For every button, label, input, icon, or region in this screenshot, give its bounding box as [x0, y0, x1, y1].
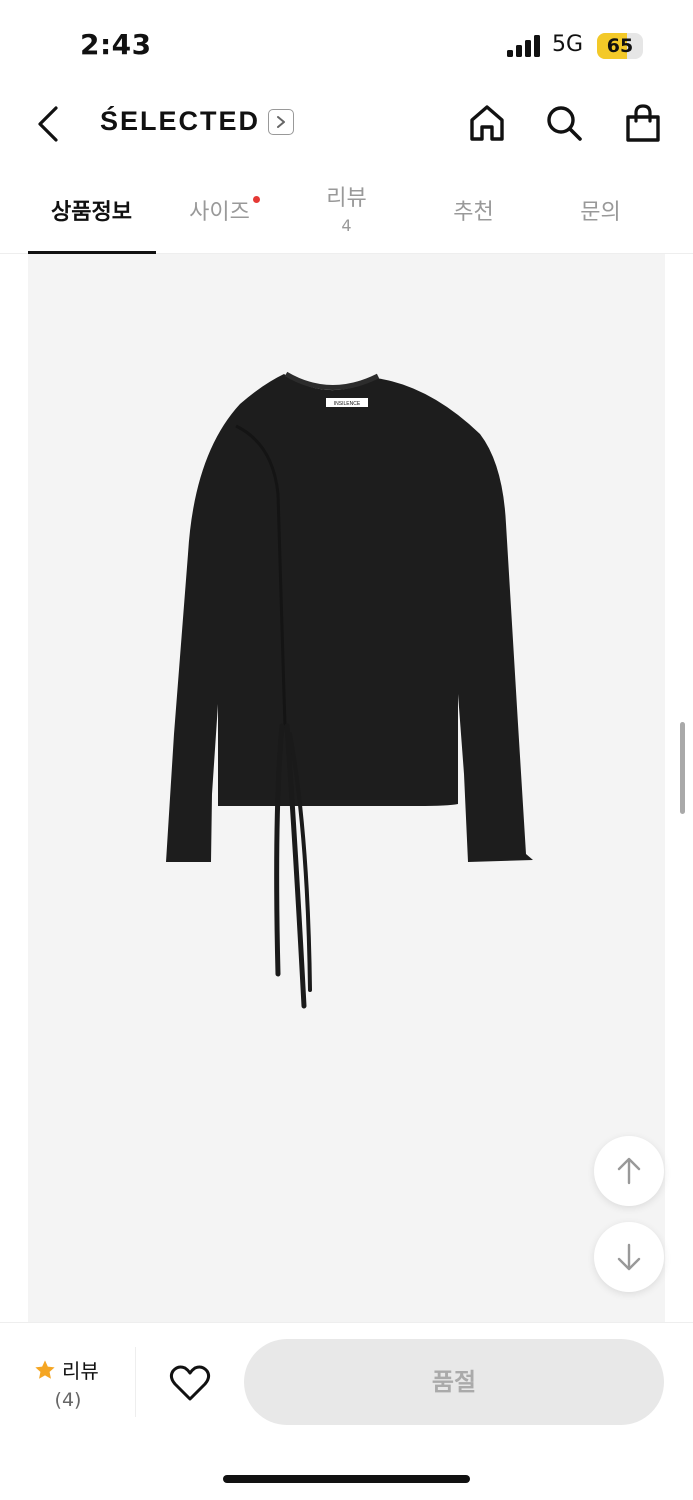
bottom-action-bar: 리뷰 (4) 품절	[0, 1322, 693, 1500]
arrow-down-icon	[617, 1243, 641, 1271]
brand-tag-text: INSILENCE	[334, 401, 361, 407]
arrow-up-icon	[617, 1157, 641, 1185]
scrollbar[interactable]	[680, 722, 685, 814]
tab-bar: 상품정보 사이즈 리뷰 4 추천 문의	[0, 170, 693, 254]
tab-label: 사이즈	[189, 200, 250, 225]
home-indicator[interactable]	[223, 1475, 470, 1483]
scroll-to-bottom-button[interactable]	[594, 1222, 664, 1292]
chevron-right-icon	[268, 108, 295, 135]
tab-product-info[interactable]: 상품정보	[28, 170, 155, 254]
soldout-button[interactable]: 품절	[244, 1339, 664, 1425]
product-image[interactable]: INSILENCE	[28, 254, 665, 1322]
divider	[135, 1347, 136, 1417]
status-time: 2:43	[80, 28, 152, 61]
signal-icon	[507, 35, 540, 57]
chevron-left-icon	[38, 106, 58, 142]
review-label: 리뷰	[62, 1359, 99, 1383]
tshirt-illustration: INSILENCE	[166, 371, 533, 1009]
scroll-to-top-button[interactable]	[594, 1136, 664, 1206]
back-button[interactable]	[30, 100, 66, 148]
notification-dot	[252, 196, 260, 203]
home-icon	[470, 105, 504, 141]
tab-review[interactable]: 리뷰 4	[283, 170, 410, 254]
shopping-bag-icon	[626, 104, 660, 142]
wishlist-button[interactable]	[166, 1359, 214, 1407]
tab-label: 리뷰	[326, 186, 367, 211]
review-summary-button[interactable]: 리뷰 (4)	[0, 1323, 136, 1419]
tab-inquiry[interactable]: 문의	[537, 170, 664, 254]
battery-icon: 65	[597, 33, 643, 59]
tab-size[interactable]: 사이즈	[156, 170, 283, 254]
brand-link[interactable]: ŚELECTED	[100, 106, 295, 137]
status-bar: 2:43 5G 65	[0, 0, 693, 92]
cart-button[interactable]	[620, 100, 666, 146]
star-icon	[35, 1359, 55, 1379]
home-button[interactable]	[464, 100, 510, 146]
search-button[interactable]	[541, 100, 587, 146]
brand-name: ŚELECTED	[100, 106, 261, 136]
tab-label: 상품정보	[51, 200, 132, 225]
tab-recommend[interactable]: 추천	[410, 170, 537, 254]
tab-review-count: 4	[341, 216, 352, 235]
app-header: ŚELECTED	[0, 92, 693, 156]
review-count: (4)	[54, 1389, 82, 1411]
network-type: 5G	[552, 32, 584, 57]
battery-level: 65	[606, 35, 634, 57]
tab-label: 문의	[580, 200, 621, 225]
tab-label: 추천	[453, 200, 494, 225]
search-icon	[547, 106, 582, 141]
heart-icon	[169, 1365, 211, 1401]
